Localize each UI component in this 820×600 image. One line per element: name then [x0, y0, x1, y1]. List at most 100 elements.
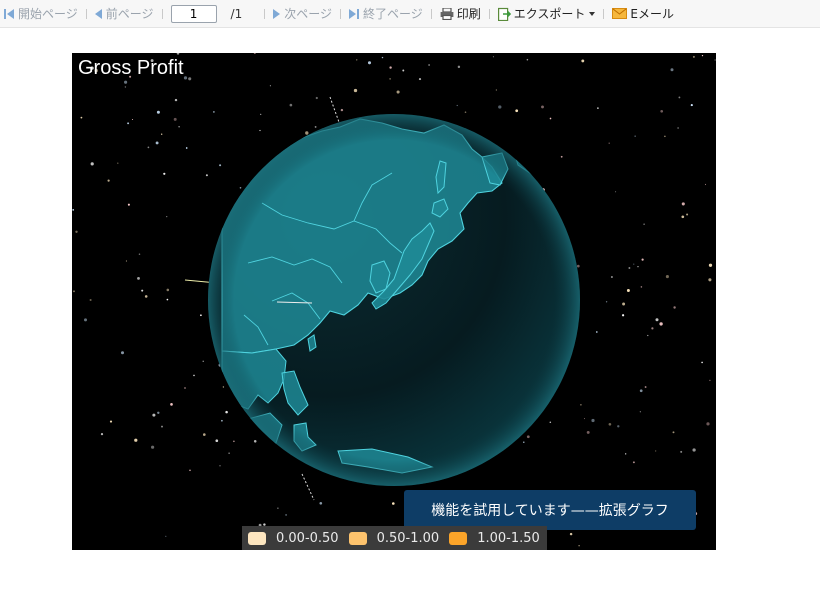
star: [80, 116, 83, 119]
star: [259, 129, 261, 132]
globe-svg: [72, 53, 716, 547]
star: [625, 453, 627, 455]
star: [156, 110, 160, 114]
star: [124, 86, 127, 88]
star: [178, 126, 180, 128]
star: [595, 331, 598, 333]
star: [127, 203, 130, 206]
star: [549, 117, 552, 120]
star: [632, 461, 635, 464]
star: [586, 430, 590, 434]
star: [188, 77, 192, 81]
star: [495, 89, 497, 91]
page-number-input[interactable]: [170, 4, 217, 23]
star: [641, 258, 644, 261]
star: [155, 141, 159, 145]
star: [253, 440, 257, 443]
star: [200, 314, 202, 317]
star: [690, 104, 693, 107]
star: [73, 290, 75, 293]
star: [605, 301, 608, 303]
star: [285, 513, 288, 516]
star: [100, 433, 104, 436]
star: [173, 117, 177, 121]
star: [174, 98, 178, 102]
star: [166, 298, 169, 301]
star: [639, 411, 641, 413]
star: [215, 439, 219, 443]
mail-icon: [612, 8, 628, 19]
prev-page-button[interactable]: 前ページ: [94, 0, 154, 28]
star: [381, 56, 384, 59]
star: [692, 448, 696, 452]
orbit-line: [301, 473, 315, 501]
star: [213, 111, 215, 113]
first-page-icon: [4, 8, 6, 19]
star: [418, 78, 422, 81]
star: [615, 191, 617, 193]
orbit-line: [329, 96, 341, 126]
star: [464, 111, 467, 113]
star: [138, 253, 141, 255]
print-button[interactable]: 印刷: [440, 0, 481, 28]
star: [591, 418, 595, 423]
star: [626, 289, 630, 292]
star: [714, 59, 716, 61]
legend-item[interactable]: 1.00-1.50: [449, 531, 540, 546]
chart-title: Gross Profit: [78, 57, 184, 79]
star: [269, 85, 271, 87]
star: [391, 502, 395, 505]
star: [701, 54, 704, 57]
email-button[interactable]: Eメール: [612, 0, 674, 28]
star: [396, 90, 400, 94]
star: [706, 422, 710, 426]
chart-legend: 0.00-0.50 0.50-1.00 1.00-1.50: [242, 526, 547, 550]
star: [580, 403, 582, 406]
star: [367, 61, 372, 65]
star: [170, 403, 173, 406]
star: [704, 183, 707, 186]
star: [356, 59, 358, 61]
last-page-button[interactable]: 終了ページ: [348, 0, 423, 28]
star: [389, 78, 391, 80]
star: [549, 421, 552, 423]
star: [134, 438, 138, 442]
toolbar-separator: [264, 8, 266, 19]
star: [633, 263, 635, 265]
star: [643, 223, 645, 225]
star: [166, 288, 170, 292]
star: [222, 386, 225, 388]
star: [541, 105, 544, 109]
star: [660, 109, 664, 113]
star: [75, 230, 78, 233]
star: [205, 174, 208, 177]
star: [124, 80, 128, 84]
star: [617, 425, 620, 428]
star: [202, 360, 204, 362]
star: [681, 202, 685, 206]
next-page-button[interactable]: 次ページ: [273, 0, 332, 28]
star: [644, 386, 647, 388]
star: [109, 420, 113, 423]
star: [228, 452, 230, 454]
star: [189, 469, 191, 472]
last-page-icon: [348, 8, 356, 19]
star: [163, 172, 166, 175]
star: [305, 131, 309, 135]
star: [127, 122, 130, 125]
legend-item[interactable]: 0.00-0.50: [248, 531, 339, 546]
star: [402, 69, 405, 72]
first-page-button[interactable]: 開始ページ: [4, 0, 78, 28]
star: [144, 295, 148, 298]
globe-chart[interactable]: Gross Profit 機能を試用しています——拡張グラフ 0.00-0.50…: [72, 53, 716, 550]
star: [526, 58, 529, 61]
export-dropdown[interactable]: エクスポート: [497, 0, 596, 28]
star: [315, 96, 318, 100]
star: [137, 276, 140, 280]
legend-item[interactable]: 0.50-1.00: [348, 531, 439, 546]
toolbar-separator: [161, 8, 163, 19]
star: [389, 66, 392, 69]
trial-banner: 機能を試用しています——拡張グラフ: [404, 490, 696, 530]
star: [289, 103, 293, 107]
star: [523, 441, 525, 443]
